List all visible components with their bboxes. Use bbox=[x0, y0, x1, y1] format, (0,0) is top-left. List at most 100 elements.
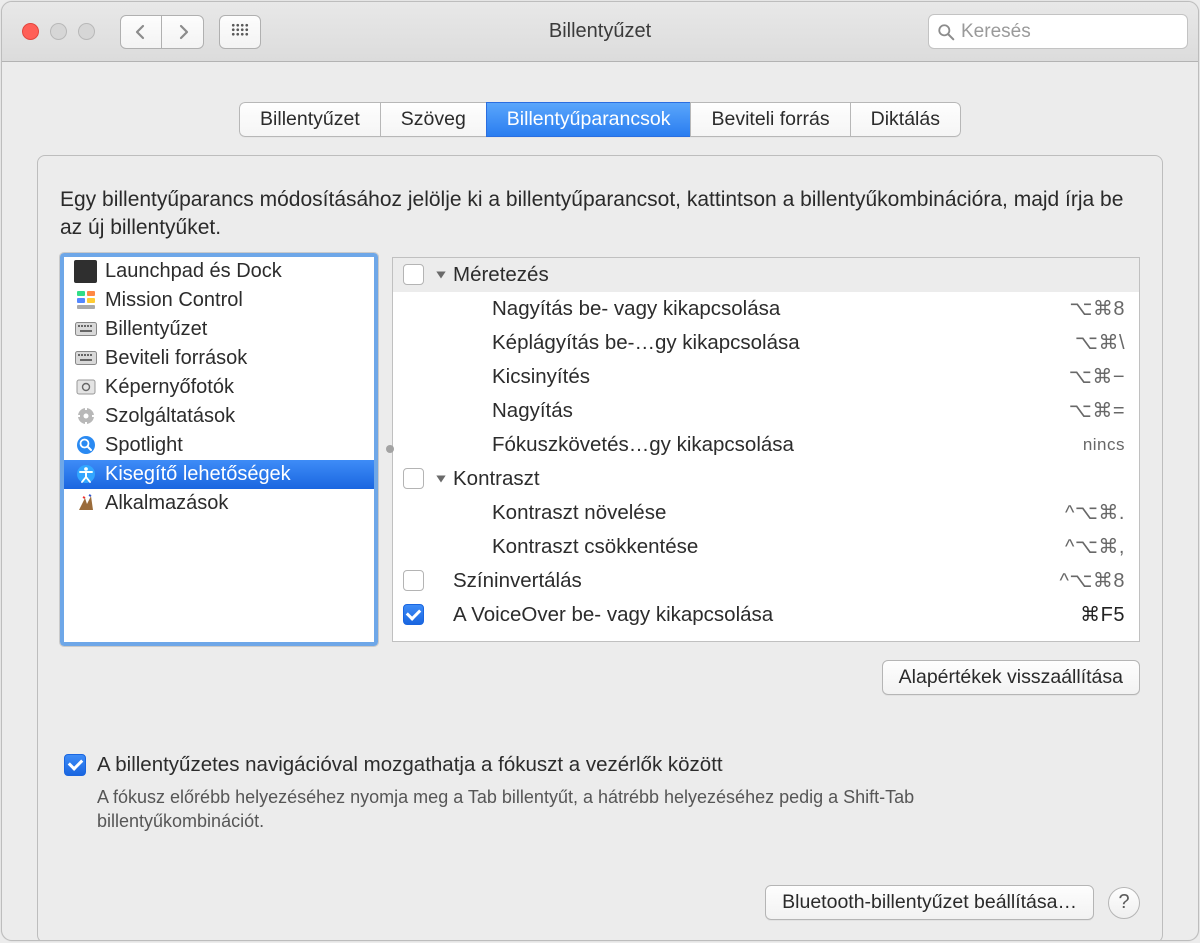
shortcut-keys[interactable]: ^⌥⌘8 bbox=[1059, 568, 1125, 593]
shortcut-keys[interactable]: ⌥⌘\ bbox=[1075, 330, 1125, 355]
close-button[interactable] bbox=[22, 23, 39, 40]
shortcut-label: Kontraszt növelése bbox=[434, 501, 1065, 525]
shortcut-keys[interactable]: ⌥⌘= bbox=[1069, 398, 1125, 423]
tab-dictation[interactable]: Diktálás bbox=[850, 102, 961, 137]
checkbox-voiceover[interactable] bbox=[403, 604, 424, 625]
sidebar-item-label: Szolgáltatások bbox=[105, 405, 235, 428]
bottom-bar: Bluetooth-billentyűzet beállítása… ? bbox=[765, 885, 1140, 920]
focus-nav-label: A billentyűzetes navigációval mozgathatj… bbox=[97, 753, 723, 777]
shortcut-label: Színinvertálás bbox=[453, 569, 1059, 593]
shortcut-keys[interactable]: ⌥⌘− bbox=[1069, 364, 1125, 389]
search-field[interactable] bbox=[928, 14, 1188, 49]
row-voiceover[interactable]: A VoiceOver be- vagy kikapcsolása ⌘F5 bbox=[393, 598, 1139, 632]
category-sidebar[interactable]: Launchpad és Dock Mission Control Billen… bbox=[60, 253, 378, 646]
restore-defaults-button[interactable]: Alapértékek visszaállítása bbox=[882, 660, 1140, 695]
input-sources-icon bbox=[74, 347, 97, 370]
group-label: Méretezés bbox=[453, 263, 1125, 287]
shortcut-label: Fókuszkövetés…gy kikapcsolása bbox=[434, 433, 1083, 457]
sidebar-item-label: Alkalmazások bbox=[105, 492, 228, 515]
content-panel: Egy billentyűparancs módosításához jelöl… bbox=[37, 155, 1163, 941]
traffic-lights bbox=[12, 23, 95, 40]
sidebar-item-screenshots[interactable]: Képernyőfotók bbox=[64, 373, 374, 402]
row-focus-follow[interactable]: Fókuszkövetés…gy kikapcsolása nincs bbox=[393, 428, 1139, 462]
tab-text[interactable]: Szöveg bbox=[380, 102, 486, 137]
shortcut-keys[interactable]: ⌥⌘8 bbox=[1069, 296, 1125, 321]
services-icon bbox=[74, 405, 97, 428]
checkbox-contrast-group[interactable] bbox=[403, 468, 424, 489]
checkbox-invert[interactable] bbox=[403, 570, 424, 591]
chevron-left-icon bbox=[133, 24, 149, 40]
bluetooth-keyboard-button[interactable]: Bluetooth-billentyűzet beállítása… bbox=[765, 885, 1094, 920]
forward-button[interactable] bbox=[162, 15, 204, 49]
keyboard-icon bbox=[74, 318, 97, 341]
sidebar-item-input-sources[interactable]: Beviteli források bbox=[64, 344, 374, 373]
group-zoom[interactable]: Méretezés bbox=[393, 258, 1139, 292]
sidebar-item-label: Mission Control bbox=[105, 289, 243, 312]
chevron-right-icon bbox=[175, 24, 191, 40]
zoom-button[interactable] bbox=[78, 23, 95, 40]
launchpad-dock-icon bbox=[74, 260, 97, 283]
sidebar-item-keyboard[interactable]: Billentyűzet bbox=[64, 315, 374, 344]
shortcut-keys[interactable]: ^⌥⌘, bbox=[1065, 534, 1125, 559]
instruction-text: Egy billentyűparancs módosításához jelöl… bbox=[60, 186, 1140, 243]
focus-nav-help: A fókusz előrébb helyezéséhez nyomja meg… bbox=[97, 785, 1077, 834]
back-button[interactable] bbox=[120, 15, 162, 49]
shortcut-label: Nagyítás be- vagy kikapcsolása bbox=[434, 297, 1069, 321]
shortcut-label: A VoiceOver be- vagy kikapcsolása bbox=[453, 603, 1080, 627]
sidebar-item-label: Spotlight bbox=[105, 434, 183, 457]
group-contrast[interactable]: Kontraszt bbox=[393, 462, 1139, 496]
shortcut-label: Kicsinyítés bbox=[434, 365, 1069, 389]
tab-input-sources[interactable]: Beviteli forrás bbox=[690, 102, 849, 137]
row-zoom-out[interactable]: Kicsinyítés ⌥⌘− bbox=[393, 360, 1139, 394]
shortcut-label: Képlágyítás be-…gy kikapcsolása bbox=[434, 331, 1075, 355]
help-button[interactable]: ? bbox=[1108, 887, 1140, 919]
titlebar: Billentyűzet bbox=[2, 2, 1198, 62]
shortcut-keys[interactable]: ⌘F5 bbox=[1080, 602, 1125, 627]
checkbox-zoom-group[interactable] bbox=[403, 264, 424, 285]
sidebar-item-services[interactable]: Szolgáltatások bbox=[64, 402, 374, 431]
group-label: Kontraszt bbox=[453, 467, 1125, 491]
shortcut-keys[interactable]: ^⌥⌘. bbox=[1065, 500, 1125, 525]
row-invert-colors[interactable]: Színinvertálás ^⌥⌘8 bbox=[393, 564, 1139, 598]
row-zoom-in[interactable]: Nagyítás ⌥⌘= bbox=[393, 394, 1139, 428]
focus-nav-checkbox[interactable] bbox=[64, 754, 86, 776]
minimize-button[interactable] bbox=[50, 23, 67, 40]
show-all-button[interactable] bbox=[219, 15, 261, 49]
row-zoom-toggle[interactable]: Nagyítás be- vagy kikapcsolása ⌥⌘8 bbox=[393, 292, 1139, 326]
shortcut-label: Kontraszt csökkentése bbox=[434, 535, 1065, 559]
sidebar-item-mission-control[interactable]: Mission Control bbox=[64, 286, 374, 315]
sidebar-item-label: Képernyőfotók bbox=[105, 376, 234, 399]
sidebar-item-label: Beviteli források bbox=[105, 347, 247, 370]
search-icon bbox=[937, 23, 955, 41]
nav-buttons bbox=[120, 15, 204, 49]
focus-navigation-section: A billentyűzetes navigációval mozgathatj… bbox=[64, 753, 1140, 834]
applications-icon bbox=[74, 492, 97, 515]
focus-nav-checkbox-row[interactable]: A billentyűzetes navigációval mozgathatj… bbox=[64, 753, 1140, 777]
sidebar-item-applications[interactable]: Alkalmazások bbox=[64, 489, 374, 518]
sidebar-item-label: Kisegítő lehetőségek bbox=[105, 463, 291, 486]
shortcut-label: Nagyítás bbox=[434, 399, 1069, 423]
sidebar-item-accessibility[interactable]: Kisegítő lehetőségek bbox=[64, 460, 374, 489]
shortcuts-table[interactable]: Méretezés Nagyítás be- vagy kikapcsolása… bbox=[392, 257, 1140, 642]
row-smooth-toggle[interactable]: Képlágyítás be-…gy kikapcsolása ⌥⌘\ bbox=[393, 326, 1139, 360]
tab-keyboard[interactable]: Billentyűzet bbox=[239, 102, 380, 137]
disclosure-icon[interactable] bbox=[434, 472, 448, 486]
spotlight-icon bbox=[74, 434, 97, 457]
row-contrast-down[interactable]: Kontraszt csökkentése ^⌥⌘, bbox=[393, 530, 1139, 564]
resize-handle[interactable] bbox=[386, 445, 394, 453]
sidebar-item-spotlight[interactable]: Spotlight bbox=[64, 431, 374, 460]
sidebar-item-label: Billentyűzet bbox=[105, 318, 207, 341]
mission-control-icon bbox=[74, 289, 97, 312]
accessibility-icon bbox=[74, 463, 97, 486]
screenshots-icon bbox=[74, 376, 97, 399]
search-input[interactable] bbox=[961, 21, 1179, 43]
row-contrast-up[interactable]: Kontraszt növelése ^⌥⌘. bbox=[393, 496, 1139, 530]
disclosure-icon[interactable] bbox=[434, 268, 448, 282]
shortcut-keys[interactable]: nincs bbox=[1083, 435, 1125, 455]
split-view: Launchpad és Dock Mission Control Billen… bbox=[60, 253, 1140, 646]
tab-bar: Billentyűzet Szöveg Billentyűparancsok B… bbox=[2, 102, 1198, 137]
tab-shortcuts[interactable]: Billentyűparancsok bbox=[486, 102, 691, 137]
sidebar-item-label: Launchpad és Dock bbox=[105, 260, 282, 283]
grid-icon bbox=[231, 23, 249, 41]
sidebar-item-launchpad-dock[interactable]: Launchpad és Dock bbox=[64, 257, 374, 286]
